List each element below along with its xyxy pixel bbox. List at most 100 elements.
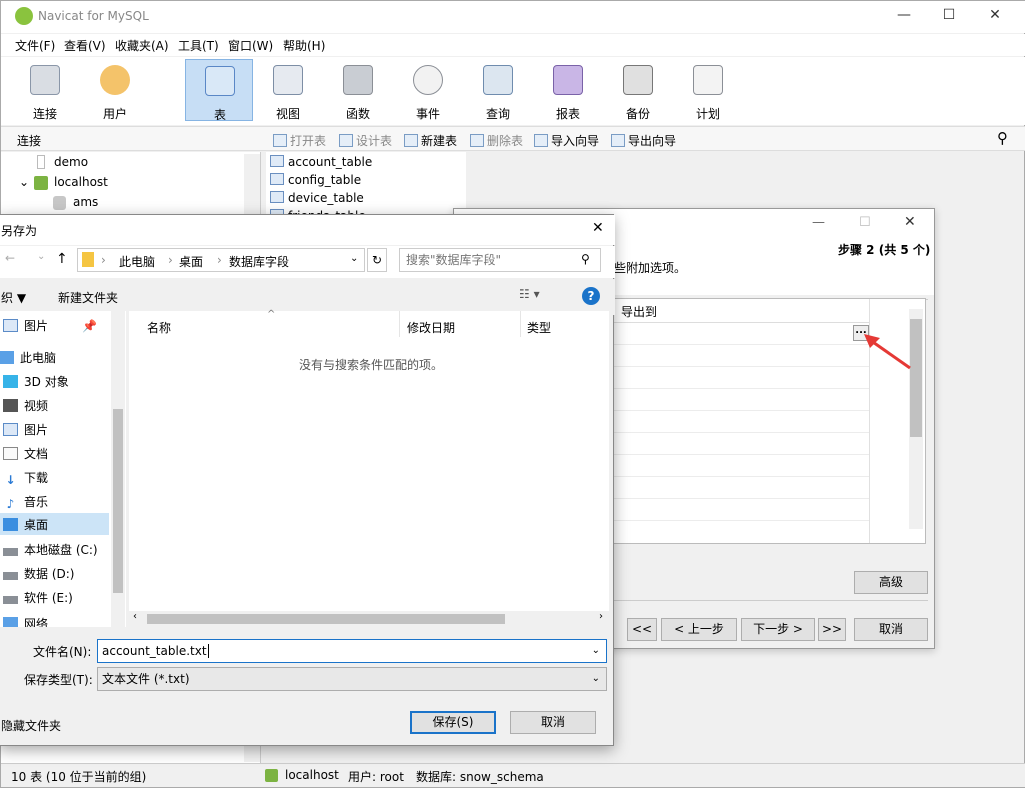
menu-window[interactable]: 窗口(W) <box>228 37 273 54</box>
nav-item-pictures[interactable]: 图片 <box>3 421 48 438</box>
toolbar-backup[interactable]: 备份 <box>606 59 670 121</box>
forward-arrow-icon[interactable]: ⌄ <box>37 251 45 262</box>
filetype-label: 保存类型(T): <box>24 673 93 687</box>
breadcrumb-this-pc[interactable]: 此电脑 <box>119 253 155 270</box>
menu-file[interactable]: 文件(F) <box>15 37 55 54</box>
connection-status-icon <box>265 769 278 782</box>
maximize-button[interactable]: ☐ <box>934 7 964 23</box>
menu-tools[interactable]: 工具(T) <box>178 37 219 54</box>
nav-item-drive-c[interactable]: 本地磁盘 (C:) <box>3 541 98 558</box>
save-dialog-close-button[interactable]: ✕ <box>592 220 604 236</box>
first-step-button[interactable]: << <box>627 618 657 641</box>
nav-item-downloads[interactable]: ↓ 下载 <box>3 469 48 487</box>
status-connection: localhost <box>285 768 339 782</box>
new-table-button[interactable]: 新建表 <box>404 132 457 149</box>
design-table-button[interactable]: 设计表 <box>339 132 392 149</box>
file-list: 名称 ^ 修改日期 类型 没有与搜索条件匹配的项。 ‹ › <box>129 309 609 627</box>
new-folder-button[interactable]: 新建文件夹 <box>58 289 118 306</box>
nav-item-documents[interactable]: 文档 <box>3 445 48 462</box>
import-wizard-button[interactable]: 导入向导 <box>534 132 599 149</box>
breadcrumb-folder[interactable]: 数据库字段 <box>229 253 289 270</box>
window-title: Navicat for MySQL <box>38 9 149 23</box>
nav-item-drive-d[interactable]: 数据 (D:) <box>3 565 74 582</box>
expand-icon[interactable]: ⌄ <box>19 175 29 189</box>
wizard-minimize-button[interactable]: — <box>812 215 825 230</box>
nav-item-this-pc[interactable]: 此电脑 <box>0 349 56 366</box>
filename-dropdown-icon[interactable]: ⌄ <box>592 640 600 662</box>
column-name[interactable]: 名称 <box>147 319 171 336</box>
view-options-icon[interactable]: ☷ ▾ <box>519 287 540 301</box>
wizard-cancel-button[interactable]: 取消 <box>854 618 928 641</box>
menu-view[interactable]: 查看(V) <box>64 37 106 54</box>
filetype-select[interactable]: 文本文件 (*.txt) ⌄ <box>97 667 607 691</box>
column-modified-date[interactable]: 修改日期 <box>407 319 455 336</box>
next-step-button[interactable]: 下一步 > <box>741 618 815 641</box>
hide-folders-toggle[interactable]: 隐藏文件夹 <box>1 717 61 734</box>
help-icon[interactable]: ? <box>582 287 600 305</box>
address-dropdown-icon[interactable]: ⌄ <box>350 253 358 264</box>
search-field[interactable]: ⚲ <box>399 248 601 272</box>
search-icon[interactable]: ⚲ <box>997 129 1008 147</box>
toolbar-query[interactable]: 查询 <box>466 59 530 121</box>
new-table-icon <box>404 134 418 147</box>
toolbar-view[interactable]: 视图 <box>256 59 320 121</box>
filetype-dropdown-icon[interactable]: ⌄ <box>592 668 600 690</box>
nav-item-3d-objects[interactable]: 3D 对象 <box>3 373 69 390</box>
column-type[interactable]: 类型 <box>527 319 551 336</box>
nav-item-pictures-quick[interactable]: 图片 📌 <box>3 317 97 334</box>
organize-menu[interactable]: 织 ▼ <box>1 289 26 306</box>
tree-item-localhost[interactable]: localhost <box>54 175 108 189</box>
open-table-button[interactable]: 打开表 <box>273 132 326 149</box>
table-item[interactable]: device_table <box>270 191 364 205</box>
toolbar-report[interactable]: 报表 <box>536 59 600 121</box>
nav-item-network[interactable]: 网络 <box>3 615 48 627</box>
export-wizard-button[interactable]: 导出向导 <box>611 132 676 149</box>
prev-step-button[interactable]: < 上一步 <box>661 618 737 641</box>
table-item[interactable]: config_table <box>270 173 361 187</box>
scrollbar-thumb[interactable] <box>147 614 505 624</box>
refresh-button[interactable]: ↻ <box>367 248 387 272</box>
filename-input[interactable]: account_table.txt ⌄ <box>97 639 607 663</box>
up-arrow-icon[interactable]: ↑ <box>56 251 68 267</box>
advanced-button[interactable]: 高级 <box>854 571 928 594</box>
toolbar-connection[interactable]: 连接 <box>13 59 77 121</box>
navigation-pane: 图片 📌 此电脑 3D 对象 视频 图片 文档 ↓ 下载 ♪ 音乐 桌面 本地磁盘 (… <box>0 311 126 627</box>
wizard-close-button[interactable]: ✕ <box>904 214 916 230</box>
menu-help[interactable]: 帮助(H) <box>283 37 325 54</box>
drive-icon <box>3 572 18 580</box>
search-input[interactable] <box>406 251 571 269</box>
delete-table-icon <box>470 134 484 147</box>
nav-item-music[interactable]: ♪ 音乐 <box>3 493 48 511</box>
cancel-button[interactable]: 取消 <box>510 711 596 734</box>
toolbar-function[interactable]: 函数 <box>326 59 390 121</box>
import-icon <box>534 134 548 147</box>
toolbar-table[interactable]: 表 <box>185 59 253 122</box>
tree-item-ams[interactable]: ams <box>73 195 98 209</box>
toolbar-schedule[interactable]: 计划 <box>676 59 740 121</box>
delete-table-button[interactable]: 删除表 <box>470 132 523 149</box>
table-item[interactable]: account_table <box>270 155 372 169</box>
backup-icon <box>623 65 653 95</box>
scroll-left-icon[interactable]: ‹ <box>133 611 137 622</box>
tree-item-demo[interactable]: demo <box>54 155 88 169</box>
toolbar-event[interactable]: 事件 <box>396 59 460 121</box>
connection-icon <box>30 65 60 95</box>
last-step-button[interactable]: >> <box>818 618 846 641</box>
nav-item-desktop[interactable]: 桌面 <box>0 513 109 535</box>
scroll-right-icon[interactable]: › <box>599 611 603 622</box>
address-bar[interactable]: › 此电脑 › 桌面 › 数据库字段 ⌄ <box>77 248 365 272</box>
nav-item-videos[interactable]: 视频 <box>3 397 48 414</box>
back-arrow-icon[interactable]: ← <box>5 251 15 265</box>
horizontal-scrollbar[interactable]: ‹ › <box>129 611 609 627</box>
menu-favorites[interactable]: 收藏夹(A) <box>115 37 169 54</box>
toolbar-user[interactable]: 用户 <box>83 59 147 121</box>
search-icon[interactable]: ⚲ <box>581 252 590 266</box>
scrollbar-thumb[interactable] <box>113 409 123 593</box>
save-button[interactable]: 保存(S) <box>410 711 496 734</box>
nav-item-drive-e[interactable]: 软件 (E:) <box>3 589 73 606</box>
close-button[interactable]: ✕ <box>980 7 1010 23</box>
table-icon <box>270 191 284 203</box>
breadcrumb-desktop[interactable]: 桌面 <box>179 253 203 270</box>
minimize-button[interactable]: — <box>889 7 919 23</box>
nav-scrollbar[interactable] <box>111 311 125 627</box>
